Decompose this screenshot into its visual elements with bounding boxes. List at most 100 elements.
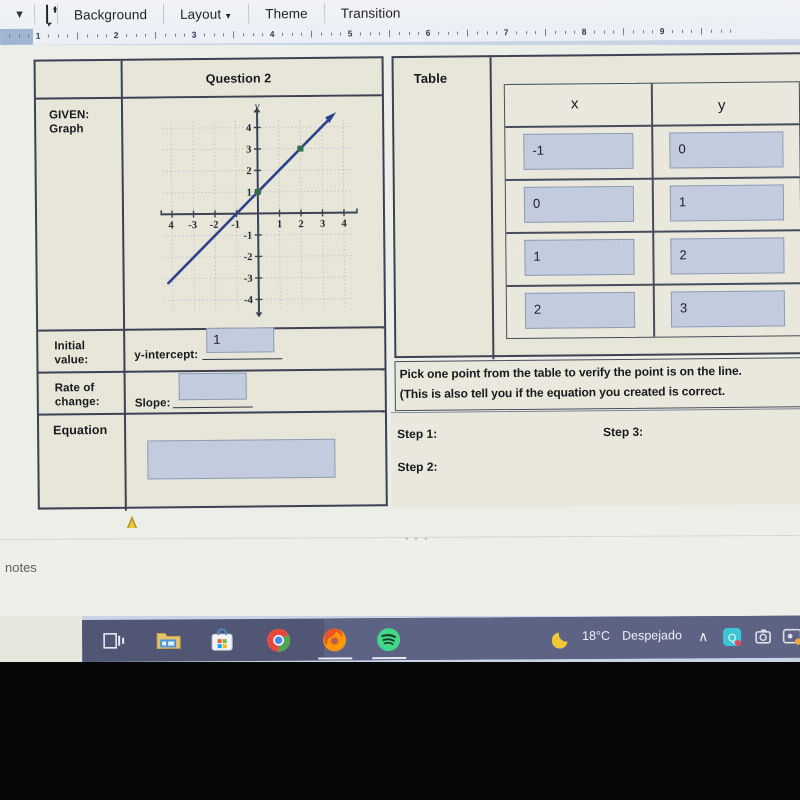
xy-value-table[interactable]: x y -1 0 0 1 1 2 2 3 [503,81,800,340]
y-tick-label: -1 [243,231,252,242]
row-divider [38,410,385,416]
toolbar-item-layout-label: Layout [179,6,222,22]
task-view-icon[interactable] [102,629,126,653]
notes-divider [0,534,800,541]
ruler-tick [223,33,225,37]
table-cell-x-input[interactable]: 1 [524,238,635,276]
ruler-tick [389,30,391,38]
speaker-notes-pane[interactable]: • • • notes [0,528,800,616]
ruler-tick [486,31,488,35]
ruler-tick [593,30,595,34]
verify-instruction-line2: (This is also tell you if the equation y… [399,383,726,402]
toolbar-item-transition[interactable]: Transition [334,5,408,20]
ruler-tick [96,34,98,38]
ruler-tick [252,33,254,37]
ruler-tick [642,30,644,34]
microsoft-store-icon[interactable] [210,628,234,652]
x-tick-label: -3 [188,220,197,231]
ruler-number: 8 [581,26,587,37]
ruler-tick [564,30,566,34]
onedrive-icon[interactable]: Q [722,627,746,651]
coordinate-graph[interactable]: 4 -3 -2 -1 1 2 3 4 4 3 2 1 -1 -2 -3 -4 y [148,96,364,321]
ruler-tick [47,34,49,38]
firefox-icon[interactable] [322,627,347,652]
y-tick-label: 4 [246,123,252,134]
toolbar-item-background[interactable]: Background [67,7,154,23]
ruler-tick [720,29,722,33]
worksheet-right-table[interactable]: Table x y -1 0 0 1 1 2 2 3 [391,52,800,360]
slide-canvas[interactable]: Question 2 GIVEN: Graph 4 -3 -2 -1 1 2 3… [0,45,800,530]
table-cell-x-input[interactable]: 0 [523,185,635,223]
ruler-tick [515,31,517,35]
table-cell-x-input[interactable]: -1 [523,132,634,170]
add-comment-icon[interactable] [44,4,53,27]
table-cell-x-input[interactable]: 2 [524,291,636,329]
toolbar-item-layout[interactable]: Layout ▼ [173,6,239,21]
y-intercept-value: 1 [213,331,221,347]
table-cell-y-input[interactable]: 3 [670,290,786,328]
chevron-up-icon[interactable]: ∧ [698,628,708,645]
table-cell-y-input[interactable]: 2 [670,237,785,275]
windows-taskbar[interactable]: 18°C Despejado ∧ Q [82,615,800,662]
y-intercept-input[interactable]: 1 [206,327,275,353]
y-tick-label: 3 [246,145,251,156]
ruler-tick [8,34,10,38]
ruler-tick [174,33,176,37]
table-cell-y-input[interactable]: 1 [669,184,785,222]
equation-input[interactable] [147,438,336,480]
ruler-tick [632,30,634,34]
step-2-label: Step 2: [397,459,438,475]
worksheet-left-table[interactable]: Question 2 GIVEN: Graph 4 -3 -2 -1 1 2 3… [33,56,388,530]
ruler-number: 5 [347,28,353,39]
ruler-tick [106,34,108,38]
column-header-x: x [570,95,579,113]
toolbar-item-theme[interactable]: Theme [258,6,315,21]
y-axis-label: y [253,100,259,112]
table-cell-y-input[interactable]: 0 [669,131,784,169]
ruler-tick [18,34,20,38]
steps-panel[interactable]: Step 1: Step 2: Step 3: [390,408,800,509]
notes-handle-dots[interactable]: • • • [405,534,429,544]
ruler-tick [379,32,381,36]
monitor-bezel: DELL [0,662,800,800]
ruler-tick [135,33,137,38]
answer-underline [202,358,283,361]
screenshot-icon[interactable] [782,627,800,651]
ruler-tick [86,34,88,38]
ruler-tick [671,30,673,34]
table-cell-x-value: 1 [533,248,541,264]
camera-icon[interactable] [754,627,778,651]
column-header-y: y [717,96,726,115]
ruler-tick [213,33,215,37]
ruler-tick [652,30,654,34]
y-intercept-label: y-intercept: [134,349,199,362]
table-cell-y-value: 2 [679,247,687,263]
ruler-tick [330,32,332,36]
row-label-initial-value: Initial value: [54,340,89,367]
active-app-indicator [318,656,353,660]
y-tick-label: 2 [246,166,251,177]
crescent-moon-icon[interactable] [551,627,576,651]
graph-svg: 4 -3 -2 -1 1 2 3 4 4 3 2 1 -1 -2 -3 -4 y [160,100,358,318]
slope-input[interactable] [178,372,247,401]
table-cell-y-value: 3 [679,300,688,316]
ruler-tick [233,31,235,39]
notes-placeholder[interactable]: notes [5,560,37,575]
slide-surface[interactable]: Question 2 GIVEN: Graph 4 -3 -2 -1 1 2 3… [0,45,800,530]
ruler-tick [203,33,205,37]
google-chrome-icon[interactable] [266,628,291,652]
chevron-down-icon[interactable]: ▼ [14,9,25,21]
ruler-tick [554,30,556,34]
ruler-tick [291,32,293,36]
file-explorer-icon[interactable] [156,628,181,652]
ruler-tick [184,33,186,37]
x-tick-label: -2 [210,220,219,231]
ruler-tick [437,31,439,35]
ruler-tick [57,34,59,38]
weather-condition[interactable]: Despejado [622,628,682,642]
graph-cell[interactable]: 4 -3 -2 -1 1 2 3 4 4 3 2 1 -1 -2 -3 -4 y [123,92,387,325]
weather-temperature[interactable]: 18°C [582,629,610,643]
ruler-tick [408,31,410,36]
ruler-tick [730,29,732,33]
spotify-icon[interactable] [376,627,401,652]
